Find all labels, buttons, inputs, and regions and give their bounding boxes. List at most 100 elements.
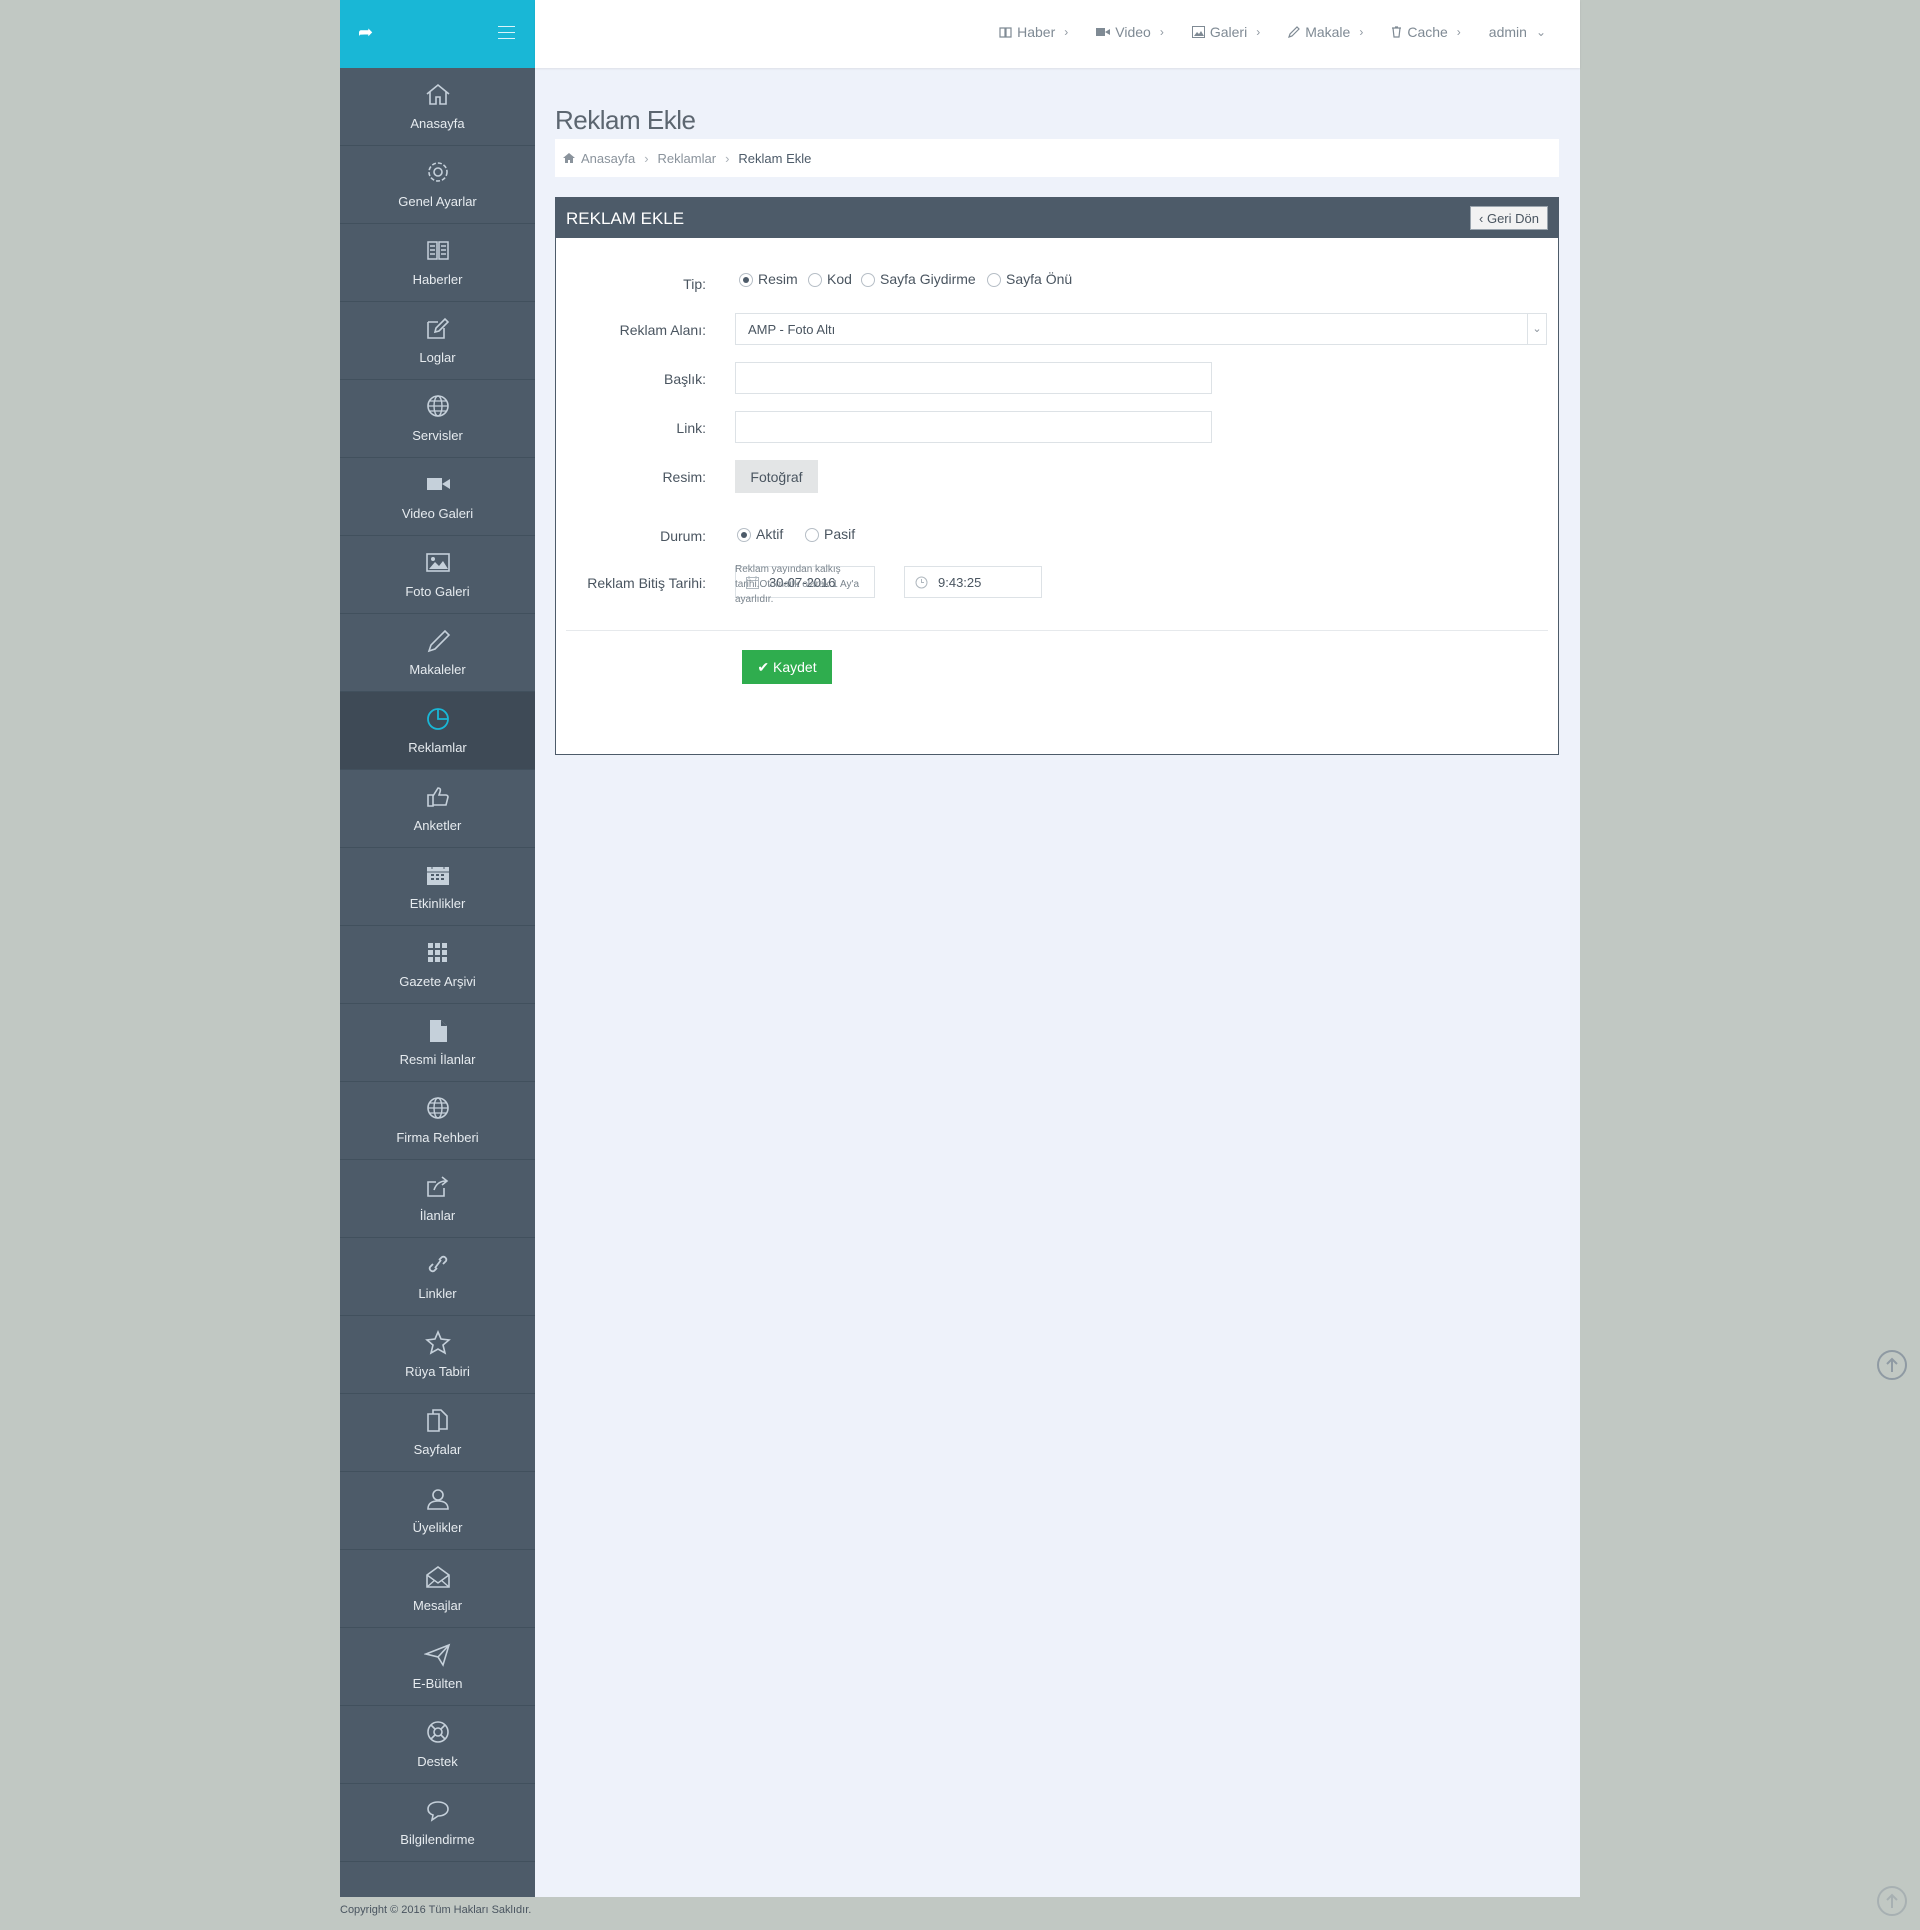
topnav-video-label: Video: [1115, 24, 1151, 40]
chevron-right-icon: ›: [1256, 25, 1261, 39]
top-nav: Haber › Video › Galeri › Makale › Cache › adm…: [971, 24, 1546, 40]
sidebar-item-14[interactable]: İlanlar: [340, 1160, 535, 1238]
sidebar-item-18[interactable]: Üyelikler: [340, 1472, 535, 1550]
sidebar-item-20[interactable]: E-Bülten: [340, 1628, 535, 1706]
save-button[interactable]: ✔ Kaydet: [742, 650, 832, 684]
user-menu[interactable]: admin ⌄: [1489, 24, 1546, 40]
topnav-haber[interactable]: Haber ›: [999, 24, 1068, 40]
tip-option-sayfa-onu[interactable]: Sayfa Önü: [987, 271, 1072, 288]
durum-label: Durum:: [660, 528, 706, 544]
breadcrumb-home[interactable]: Anasayfa: [581, 151, 635, 166]
sidebar-item-6[interactable]: Foto Galeri: [340, 536, 535, 614]
thumbs-up-icon: [427, 787, 449, 807]
check-icon: ✔: [757, 658, 774, 675]
chevron-right-icon: ›: [1064, 25, 1069, 39]
clock-icon: [915, 576, 928, 589]
sidebar-item-label: E-Bülten: [412, 1676, 463, 1691]
sidebar-item-label: Rüya Tabiri: [405, 1364, 470, 1379]
panel-header: REKLAM EKLE ‹ Geri Dön: [556, 198, 1558, 238]
sidebar-item-19[interactable]: Mesajlar: [340, 1550, 535, 1628]
link-input[interactable]: [735, 411, 1212, 443]
home-icon: [563, 153, 575, 163]
sidebar-item-11[interactable]: Gazete Arşivi: [340, 926, 535, 1004]
photo-upload-button[interactable]: Fotoğraf: [735, 460, 818, 493]
grid-icon: [428, 943, 447, 962]
end-date-hint: Reklam yayından kalkış tarihi.Otomaitk o…: [735, 564, 860, 605]
breadcrumb-separator: ›: [725, 150, 730, 166]
sidebar-item-5[interactable]: Video Galeri: [340, 458, 535, 536]
radio-button[interactable]: [987, 273, 1001, 288]
form-divider: [566, 630, 1548, 631]
bitis-label: Reklam Bitiş Tarihi:: [587, 575, 706, 591]
sidebar-item-label: Destek: [417, 1754, 458, 1769]
sidebar-item-0[interactable]: Anasayfa: [340, 68, 535, 146]
paper-plane-icon: [424, 1643, 451, 1667]
durum-option-pasif[interactable]: Pasif: [805, 526, 856, 543]
radio-button[interactable]: [861, 273, 875, 288]
scroll-to-top-button[interactable]: [1877, 1350, 1907, 1380]
user-icon: [427, 1489, 449, 1510]
radio-button[interactable]: [808, 273, 822, 288]
document-icon: [430, 1020, 447, 1042]
breadcrumb-section[interactable]: Reklamlar: [658, 151, 717, 166]
sidebar-item-8[interactable]: Reklamlar: [340, 692, 535, 770]
topnav-galeri-label: Galeri: [1209, 24, 1248, 40]
durum-option-aktif[interactable]: Aktif: [737, 526, 783, 543]
sidebar-item-17[interactable]: Sayfalar: [340, 1394, 535, 1472]
topnav-makale-label: Makale: [1305, 24, 1351, 40]
radio-button[interactable]: [805, 528, 819, 543]
topnav-makale[interactable]: Makale ›: [1288, 24, 1363, 40]
sidebar-item-label: Haberler: [412, 272, 463, 287]
sidebar-item-label: Resmi İlanlar: [399, 1052, 476, 1067]
topnav-video[interactable]: Video ›: [1096, 24, 1164, 40]
sidebar-item-4[interactable]: Servisler: [340, 380, 535, 458]
copy-icon: [427, 1409, 448, 1432]
book-icon: [427, 241, 449, 260]
sidebar-item-7[interactable]: Makaleler: [340, 614, 535, 692]
scroll-to-top-button[interactable]: [1877, 1886, 1907, 1916]
share-icon[interactable]: ➦: [358, 22, 373, 43]
breadcrumb-current: Reklam Ekle: [738, 150, 812, 166]
chevron-right-icon: ›: [1159, 25, 1164, 39]
sidebar-item-1[interactable]: Genel Ayarlar: [340, 146, 535, 224]
globe-icon: [427, 1097, 449, 1119]
sidebar-item-15[interactable]: Linkler: [340, 1238, 535, 1316]
radio-button[interactable]: [737, 528, 751, 543]
sidebar-item-3[interactable]: Loglar: [340, 302, 535, 380]
globe-icon: [427, 395, 449, 417]
topnav-cache-label: Cache: [1407, 24, 1448, 40]
menu-toggle-icon[interactable]: [498, 26, 515, 44]
video-camera-icon: [427, 478, 450, 490]
sidebar-item-label: Loglar: [419, 350, 456, 365]
tip-option-resim[interactable]: Resim: [739, 271, 798, 288]
chevron-down-icon[interactable]: ⌄: [1527, 314, 1546, 344]
sidebar-item-12[interactable]: Resmi İlanlar: [340, 1004, 535, 1082]
topnav-galeri[interactable]: Galeri ›: [1191, 24, 1261, 40]
life-ring-icon: [427, 1721, 449, 1743]
sidebar-item-22[interactable]: Bilgilendirme: [340, 1784, 535, 1862]
end-time-input[interactable]: 9:43:25: [904, 566, 1042, 598]
arrow-up-icon: [1886, 1357, 1898, 1372]
sidebar-item-2[interactable]: Haberler: [340, 224, 535, 302]
ad-area-select[interactable]: AMP - Foto Altı ⌄: [735, 313, 1547, 345]
topnav-cache[interactable]: Cache ›: [1391, 24, 1461, 40]
sidebar-item-21[interactable]: Destek: [340, 1706, 535, 1784]
topnav-haber-label: Haber: [1017, 24, 1056, 40]
resim-label: Resim:: [662, 469, 706, 485]
radio-button[interactable]: [739, 273, 753, 288]
video-camera-icon: [1096, 28, 1111, 36]
sidebar-item-13[interactable]: Firma Rehberi: [340, 1082, 535, 1160]
back-button[interactable]: ‹ Geri Dön: [1470, 206, 1548, 230]
title-input[interactable]: [735, 362, 1212, 394]
link-icon: [428, 1255, 448, 1273]
chevron-right-icon: ›: [1359, 25, 1364, 39]
sidebar-item-label: Foto Galeri: [405, 584, 470, 599]
sidebar-item-16[interactable]: Rüya Tabiri: [340, 1316, 535, 1394]
durum-option-label: Pasif: [824, 526, 856, 542]
tip-option-sayfa-giydirme[interactable]: Sayfa Giydirme: [861, 271, 976, 288]
sidebar-item-10[interactable]: Etkinlikler: [340, 848, 535, 926]
sidebar-item-9[interactable]: Anketler: [340, 770, 535, 848]
sidebar-item-label: Video Galeri: [401, 506, 474, 521]
tip-option-kod[interactable]: Kod: [808, 271, 852, 288]
sidebar-item-label: Linkler: [418, 1286, 457, 1301]
